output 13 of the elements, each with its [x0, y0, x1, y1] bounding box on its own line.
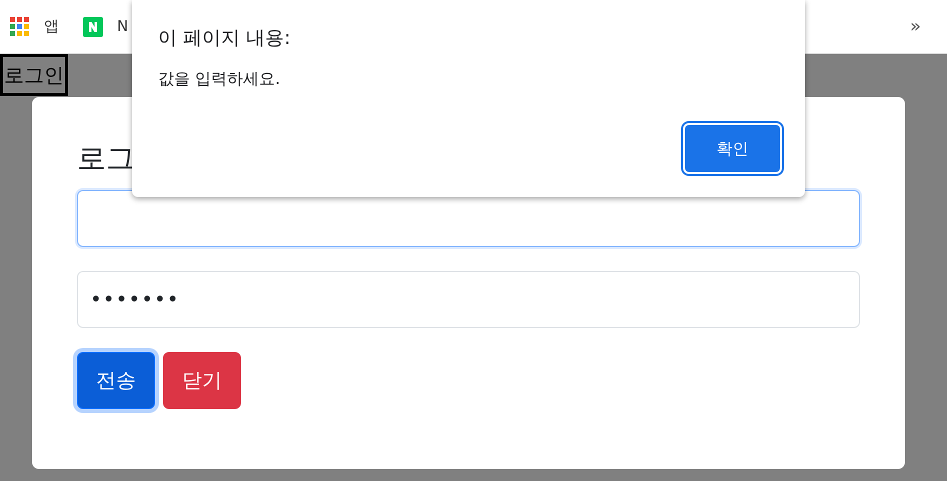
login-button[interactable]: 로그인: [0, 54, 68, 96]
bookmark-link[interactable]: N: [117, 15, 128, 38]
site-favicon-icon[interactable]: [83, 16, 103, 36]
dialog-title: 이 페이지 내용:: [158, 26, 292, 51]
bookmark-link[interactable]: 앱: [44, 15, 59, 38]
apps-grid-icon[interactable]: [10, 16, 30, 36]
close-button[interactable]: 닫기: [163, 352, 241, 409]
bookmarks-overflow-button[interactable]: »: [910, 13, 921, 40]
password-field[interactable]: •••••••: [77, 270, 860, 328]
modal-title: 로그: [77, 141, 135, 176]
dialog-message: 값을 입력하세요.: [158, 68, 282, 90]
submit-button[interactable]: 전송: [77, 352, 155, 409]
ok-button[interactable]: 확인: [685, 125, 780, 172]
